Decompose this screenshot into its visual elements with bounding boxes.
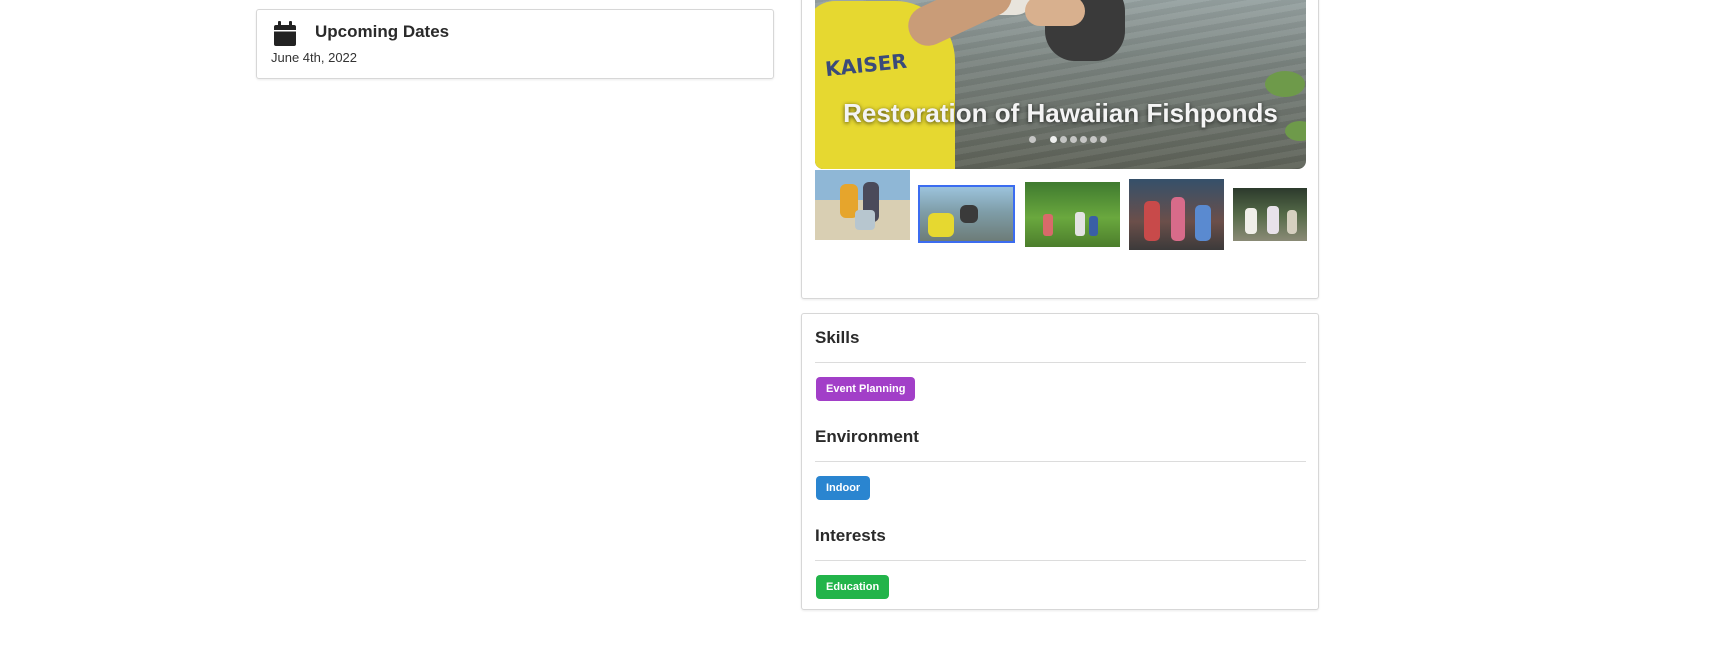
carousel-dot[interactable] [1050, 136, 1057, 143]
divider [815, 461, 1306, 462]
volunteer-arm [1025, 0, 1085, 26]
calendar-icon [273, 21, 297, 47]
carousel-dot[interactable] [1029, 136, 1036, 143]
thumbnail-field-group[interactable] [1025, 182, 1120, 247]
carousel-indicators [815, 136, 1306, 146]
carousel-dot[interactable] [1070, 136, 1077, 143]
shirt-logo-text: KAISER [823, 48, 908, 82]
divider [815, 362, 1306, 363]
tag-interest[interactable]: Education [816, 575, 890, 599]
upcoming-dates-card: Upcoming Dates June 4th, 2022 [256, 9, 774, 79]
leaf-shape [1265, 71, 1305, 97]
carousel-dot[interactable] [1060, 136, 1067, 143]
carousel-dot[interactable] [1090, 136, 1097, 143]
divider [815, 560, 1306, 561]
media-gallery-card: KAISER Restoration of Hawaiian Fishponds [801, 0, 1319, 299]
tag-environment[interactable]: Indoor [816, 476, 871, 500]
carousel-dot[interactable] [1100, 136, 1107, 143]
thumbnail-beach-cleanup[interactable] [815, 170, 910, 240]
upcoming-date: June 4th, 2022 [271, 50, 358, 65]
section-title-skills: Skills [815, 328, 860, 347]
carousel-main-image[interactable]: KAISER Restoration of Hawaiian Fishponds [815, 0, 1306, 169]
carousel-caption: Restoration of Hawaiian Fishponds [843, 98, 1278, 128]
section-title-environment: Environment [815, 427, 919, 446]
upcoming-dates-title: Upcoming Dates [315, 22, 450, 41]
tag-skill[interactable]: Event Planning [816, 377, 916, 401]
attributes-card: Skills Event Planning Environment Indoor… [801, 313, 1319, 610]
carousel-dot[interactable] [1080, 136, 1087, 143]
thumbnail-fishpond-restoration[interactable] [918, 185, 1015, 243]
thumbnail-tent-volunteers[interactable] [1233, 188, 1307, 241]
section-title-interests: Interests [815, 526, 886, 545]
thumbnail-crowd-group[interactable] [1129, 179, 1224, 250]
